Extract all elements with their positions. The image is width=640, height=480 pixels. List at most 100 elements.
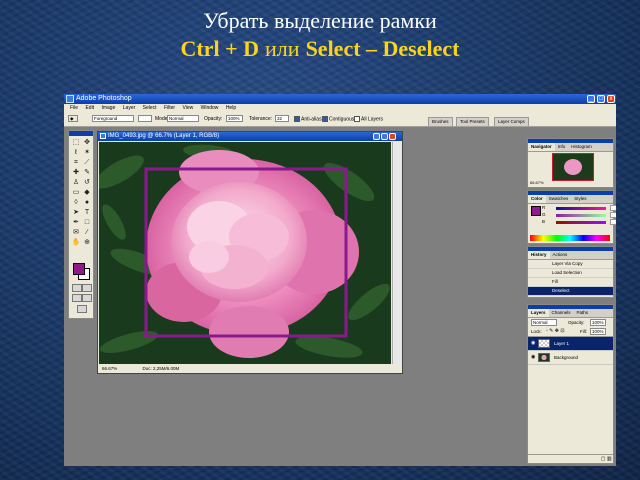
screen-mode-full-button[interactable] <box>82 294 92 302</box>
history-item[interactable]: Layer Via Copy <box>528 260 613 269</box>
mode-select[interactable]: Normal <box>167 115 199 122</box>
zoom-level[interactable]: 66.67% <box>102 366 117 371</box>
eye-icon[interactable]: ◉ <box>531 355 535 360</box>
paint-bucket-tool-icon[interactable]: ◆ <box>68 115 78 122</box>
fill-field[interactable]: 100% <box>590 328 606 335</box>
brush-tool-icon[interactable]: ✎ <box>82 168 92 177</box>
trash-icon[interactable]: ▥ <box>607 456 612 462</box>
tab-navigator[interactable]: Navigator <box>528 143 555 151</box>
image-canvas[interactable] <box>99 142 391 364</box>
navigator-thumbnail[interactable] <box>552 153 594 181</box>
document-titlebar[interactable]: IMG_0493.jpg @ 66.7% (Layer 1, RGB/8) <box>98 132 402 141</box>
color-fg-swatch[interactable] <box>531 206 541 216</box>
menu-help[interactable]: Help <box>226 105 236 111</box>
blue-slider-track[interactable] <box>556 221 606 224</box>
maximize-button[interactable]: □ <box>597 95 605 103</box>
history-item[interactable]: Load Selection <box>528 269 613 278</box>
hand-tool-icon[interactable]: ✋ <box>71 238 81 247</box>
tab-styles[interactable]: Styles <box>571 195 589 203</box>
document-scrollbar[interactable] <box>392 142 402 364</box>
layer-row-background[interactable]: ◉ Background <box>528 351 613 365</box>
eyedropper-tool-icon[interactable]: ⁄ <box>82 228 92 237</box>
quick-mask-button[interactable] <box>82 284 92 292</box>
pen-tool-icon[interactable]: ✒ <box>71 218 81 227</box>
tab-histogram[interactable]: Histogram <box>568 143 595 151</box>
clone-stamp-tool-icon[interactable]: ♙ <box>71 178 81 187</box>
navigator-zoom[interactable]: 66.67% <box>530 180 544 185</box>
history-item[interactable]: Fill <box>528 278 613 287</box>
crop-tool-icon[interactable]: ⌗ <box>71 158 81 167</box>
zoom-tool-icon[interactable]: ⊕ <box>82 238 92 247</box>
menu-file[interactable]: File <box>70 105 78 111</box>
dodge-tool-icon[interactable]: ● <box>82 198 92 207</box>
red-slider-track[interactable] <box>556 207 606 210</box>
paint-bucket-tool-icon[interactable]: ◆ <box>82 188 92 197</box>
tab-layer-comps[interactable]: Layer Comps <box>494 117 529 126</box>
marquee-tool-icon[interactable]: ⬚ <box>71 138 81 147</box>
color-ramp[interactable] <box>530 235 610 241</box>
jump-to-imageready-button[interactable] <box>77 305 87 313</box>
path-selection-tool-icon[interactable]: ➤ <box>71 208 81 217</box>
menu-select[interactable]: Select <box>143 105 157 111</box>
eye-icon[interactable]: ◉ <box>531 341 535 346</box>
tab-brushes[interactable]: Brushes <box>428 117 453 126</box>
green-slider[interactable]: G 16 <box>542 212 616 219</box>
tab-swatches[interactable]: Swatches <box>546 195 572 203</box>
red-slider[interactable]: R 148 <box>542 205 616 212</box>
foreground-color-swatch[interactable] <box>73 263 85 275</box>
blend-mode-select[interactable]: Normal <box>531 319 557 326</box>
slice-tool-icon[interactable]: ⟋ <box>82 158 92 167</box>
menu-window[interactable]: Window <box>201 105 219 111</box>
standard-mode-button[interactable] <box>72 284 82 292</box>
green-slider-track[interactable] <box>556 214 606 217</box>
layer-opacity-field[interactable]: 100% <box>590 319 606 326</box>
green-value[interactable]: 16 <box>610 212 616 218</box>
contiguous-checkbox[interactable]: Contiguous <box>322 116 354 122</box>
tab-channels[interactable]: Channels <box>549 309 574 317</box>
move-tool-icon[interactable]: ✥ <box>82 138 92 147</box>
notes-tool-icon[interactable]: ✉ <box>71 228 81 237</box>
opacity-field[interactable]: 100% <box>226 115 243 122</box>
tab-tool-presets[interactable]: Tool Presets <box>456 117 489 126</box>
history-brush-tool-icon[interactable]: ↺ <box>82 178 92 187</box>
blue-slider[interactable]: B 160 <box>542 219 616 226</box>
eraser-tool-icon[interactable]: ▭ <box>71 188 81 197</box>
menu-view[interactable]: View <box>182 105 193 111</box>
doc-minimize-button[interactable] <box>373 133 380 140</box>
menu-image[interactable]: Image <box>101 105 115 111</box>
minimize-button[interactable]: _ <box>587 95 595 103</box>
screen-mode-standard-button[interactable] <box>72 294 82 302</box>
anti-alias-checkbox[interactable]: Anti-alias <box>294 116 322 122</box>
menu-edit[interactable]: Edit <box>85 105 94 111</box>
history-palette: History Actions Layer Via Copy Load Selec… <box>527 246 614 298</box>
tab-color[interactable]: Color <box>528 195 546 203</box>
tab-layers[interactable]: Layers <box>528 309 549 317</box>
fill-source-select[interactable]: Foreground <box>92 115 134 122</box>
menu-layer[interactable]: Layer <box>123 105 136 111</box>
color-sliders: R 148 G 16 B 160 <box>542 205 616 226</box>
type-tool-icon[interactable]: T <box>82 208 92 217</box>
new-layer-icon[interactable]: ▢ <box>601 456 606 462</box>
red-value[interactable]: 148 <box>610 205 616 211</box>
blur-tool-icon[interactable]: ◊ <box>71 198 81 207</box>
doc-maximize-button[interactable] <box>381 133 388 140</box>
tab-actions[interactable]: Actions <box>550 251 571 259</box>
layer-row-layer-1[interactable]: ◉ Layer 1 <box>528 337 613 351</box>
magic-wand-tool-icon[interactable]: ✶ <box>82 148 92 157</box>
shape-tool-icon[interactable]: □ <box>82 218 92 227</box>
history-item-selected[interactable]: Deselect <box>528 287 613 296</box>
tab-history[interactable]: History <box>528 251 550 259</box>
healing-brush-tool-icon[interactable]: ✚ <box>71 168 81 177</box>
doc-close-button[interactable] <box>389 133 396 140</box>
lasso-tool-icon[interactable]: ℓ <box>71 148 81 157</box>
tab-paths[interactable]: Paths <box>574 309 592 317</box>
tab-info[interactable]: Info <box>555 143 569 151</box>
pattern-picker[interactable] <box>138 115 152 122</box>
all-layers-checkbox[interactable]: All Layers <box>354 116 383 122</box>
lock-icon[interactable]: ▫ ✎ ✥ ⊡ <box>546 328 565 334</box>
tolerance-label: Tolerance: <box>249 116 273 122</box>
close-button[interactable]: x <box>607 95 615 103</box>
tolerance-field[interactable]: 32 <box>275 115 289 122</box>
menu-filter[interactable]: Filter <box>164 105 175 111</box>
blue-value[interactable]: 160 <box>610 219 616 225</box>
